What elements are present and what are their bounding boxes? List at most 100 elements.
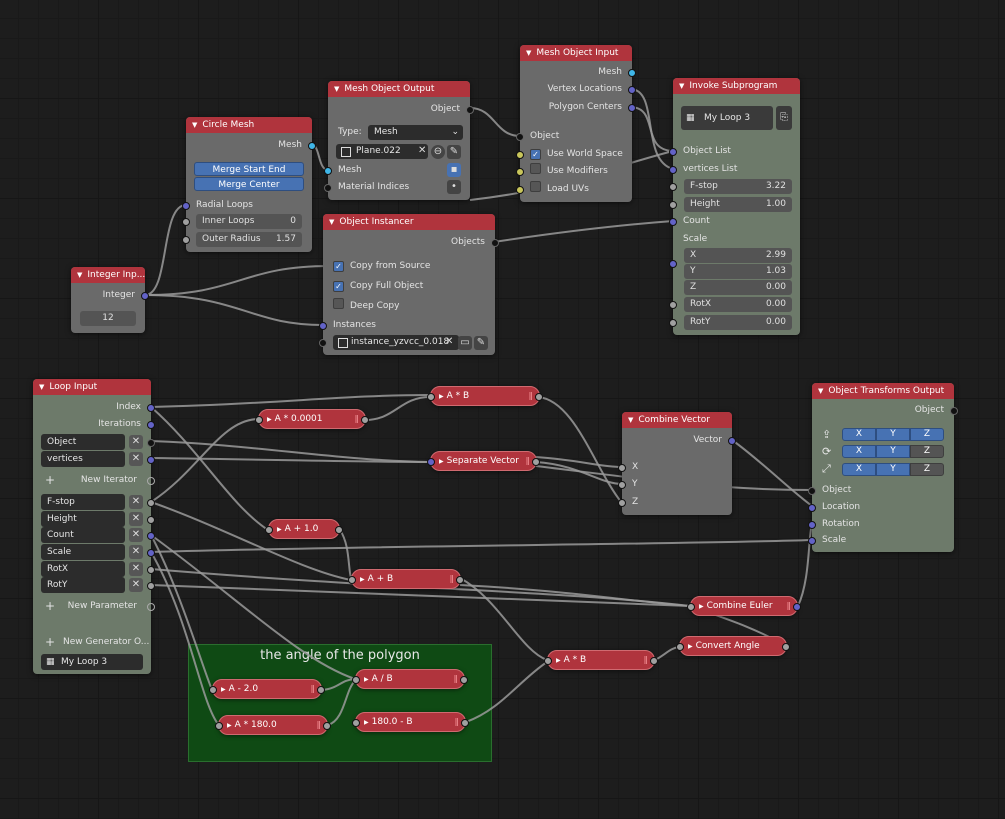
- object-picker[interactable]: Plane.022: [336, 144, 428, 159]
- bool-socket[interactable]: [516, 168, 524, 176]
- integer-input-node[interactable]: ▼ Integer Inp... Integer 12: [71, 267, 149, 333]
- object-socket[interactable]: [466, 106, 474, 114]
- param-count-socket[interactable]: [147, 532, 155, 540]
- node-header[interactable]: ▼ Invoke Subprogram: [673, 78, 800, 94]
- remove-object-button[interactable]: ⊖: [431, 145, 445, 159]
- param-count[interactable]: Count: [41, 527, 125, 543]
- a-times-180-node[interactable]: ▶ A * 180.0 ||: [215, 715, 331, 735]
- vertex-socket[interactable]: [628, 86, 636, 94]
- mesh-socket[interactable]: [628, 69, 636, 77]
- output-socket[interactable]: [456, 576, 464, 584]
- object-in-socket[interactable]: [808, 487, 816, 495]
- checkbox-checked[interactable]: [333, 281, 344, 292]
- instances-socket[interactable]: [319, 322, 327, 330]
- a-times-b-mid-node[interactable]: ▶ A * B ||: [544, 650, 658, 670]
- remove-parameter-button[interactable]: ✕: [129, 578, 143, 592]
- scale-x-toggle[interactable]: X: [842, 463, 876, 476]
- merge-center-button[interactable]: Merge Center: [194, 177, 304, 191]
- output-socket[interactable]: [317, 686, 325, 694]
- param-roty[interactable]: RotY: [41, 577, 125, 593]
- iterations-socket[interactable]: [147, 421, 155, 429]
- radial-loops-socket[interactable]: [182, 202, 190, 210]
- mesh-object-input-node[interactable]: ▼ Mesh Object Input Mesh Vertex Locations…: [516, 45, 636, 202]
- remove-iterator-button[interactable]: ✕: [129, 435, 143, 449]
- checkbox-unchecked[interactable]: [530, 181, 541, 192]
- node-header[interactable]: ▼ Object Transforms Output: [812, 383, 954, 399]
- object-instancer-node[interactable]: ▼Object Instancer Objects Copy from Sour…: [319, 214, 499, 355]
- new-iterator-row[interactable]: + New Iterator: [33, 472, 155, 488]
- checkbox-unchecked[interactable]: [333, 298, 344, 309]
- input-socket[interactable]: [352, 719, 360, 727]
- output-socket[interactable]: [793, 603, 801, 611]
- combine-vector-node[interactable]: ▼ Combine Vector Vector X Y Z: [618, 412, 736, 515]
- fstop-field[interactable]: F-stop 3.22: [684, 179, 792, 194]
- integer-value-field[interactable]: 12: [80, 311, 136, 326]
- location-y-toggle[interactable]: Y: [876, 428, 910, 441]
- location-x-toggle[interactable]: X: [842, 428, 876, 441]
- remove-parameter-button[interactable]: ✕: [129, 545, 143, 559]
- x-socket[interactable]: [618, 464, 626, 472]
- invoke-subprogram-node[interactable]: ▼ Invoke Subprogram ▦ My Loop 3 ⎘ Object …: [669, 78, 800, 335]
- mesh-object-output-node[interactable]: ▼ Mesh Object Output Object Type: Mesh ⌄ P…: [324, 81, 474, 200]
- input-socket[interactable]: [255, 416, 263, 424]
- rotx-socket[interactable]: [669, 301, 677, 309]
- objects-socket[interactable]: [491, 239, 499, 247]
- param-rotx[interactable]: RotX: [41, 561, 125, 577]
- input-socket[interactable]: [544, 657, 552, 665]
- remove-parameter-button[interactable]: ✕: [129, 512, 143, 526]
- deep-copy-checkbox[interactable]: Deep Copy: [323, 298, 495, 314]
- a-times-b-node[interactable]: ▶ A * B ||: [427, 386, 543, 406]
- index-socket[interactable]: [147, 404, 155, 412]
- z-socket[interactable]: [618, 499, 626, 507]
- node-header[interactable]: ▼ Mesh Object Output: [328, 81, 470, 97]
- polygon-socket[interactable]: [628, 104, 636, 112]
- rotx-field[interactable]: RotX 0.00: [684, 297, 792, 312]
- output-socket[interactable]: [361, 416, 369, 424]
- load-uvs-checkbox[interactable]: Load UVs: [516, 181, 632, 197]
- separate-vector-node[interactable]: ▶ Separate Vector ||: [427, 451, 540, 471]
- bool-socket[interactable]: [516, 186, 524, 194]
- param-fstop[interactable]: F-stop: [41, 494, 125, 510]
- loop-selector[interactable]: ▦ My Loop 3: [41, 654, 143, 670]
- object-transforms-output-node[interactable]: ▼ Object Transforms Output Object ⇪ X Y Z…: [808, 383, 958, 552]
- object-list-socket[interactable]: [669, 148, 677, 156]
- new-parameter-socket[interactable]: [147, 603, 155, 611]
- height-field[interactable]: Height 1.00: [684, 197, 792, 212]
- merge-start-end-button[interactable]: Merge Start End: [194, 162, 304, 176]
- circle-mesh-node[interactable]: ▼ Circle Mesh Mesh Merge Start End Merge …: [182, 117, 316, 252]
- outer-radius-field[interactable]: Outer Radius 1.57: [196, 232, 302, 247]
- location-socket[interactable]: [808, 504, 816, 512]
- location-z-toggle[interactable]: Z: [910, 428, 944, 441]
- output-socket[interactable]: [335, 526, 343, 534]
- output-socket[interactable]: [782, 643, 790, 651]
- mesh-in-socket[interactable]: [324, 167, 332, 175]
- clear-icon[interactable]: ✕: [445, 336, 453, 347]
- mesh-socket[interactable]: [308, 142, 316, 150]
- node-header[interactable]: ▼ Mesh Object Input: [520, 45, 632, 61]
- checkbox-checked[interactable]: [333, 261, 344, 272]
- copy-full-object-checkbox[interactable]: Copy Full Object: [323, 278, 495, 294]
- param-height[interactable]: Height: [41, 511, 125, 527]
- a-minus-20-node[interactable]: ▶ A - 2.0 ||: [209, 679, 325, 699]
- output-socket[interactable]: [323, 722, 331, 730]
- eyedropper-icon[interactable]: ✎: [474, 336, 488, 350]
- input-socket[interactable]: [676, 643, 684, 651]
- use-modifiers-checkbox[interactable]: Use Modifiers: [516, 163, 632, 179]
- object-in-socket[interactable]: [516, 133, 524, 141]
- node-header[interactable]: ▼ Loop Input: [33, 379, 151, 395]
- iterator-object-socket[interactable]: [147, 439, 155, 447]
- integer-socket[interactable]: [141, 292, 149, 300]
- new-parameter-row[interactable]: + New Parameter: [33, 598, 155, 614]
- outer-radius-socket[interactable]: [182, 236, 190, 244]
- input-socket[interactable]: [209, 686, 217, 694]
- height-socket[interactable]: [669, 201, 677, 209]
- copy-from-source-checkbox[interactable]: Copy from Source: [323, 258, 495, 274]
- instance-socket[interactable]: [319, 339, 327, 347]
- subprogram-selector[interactable]: ▦ My Loop 3: [681, 106, 773, 130]
- iterator-object[interactable]: Object: [41, 434, 125, 450]
- y-socket[interactable]: [618, 481, 626, 489]
- 180-minus-b-node[interactable]: ▶ 180.0 - B ||: [352, 712, 469, 732]
- input-socket[interactable]: [427, 458, 435, 466]
- material-toggle-button[interactable]: •: [447, 180, 461, 194]
- output-socket[interactable]: [535, 393, 543, 401]
